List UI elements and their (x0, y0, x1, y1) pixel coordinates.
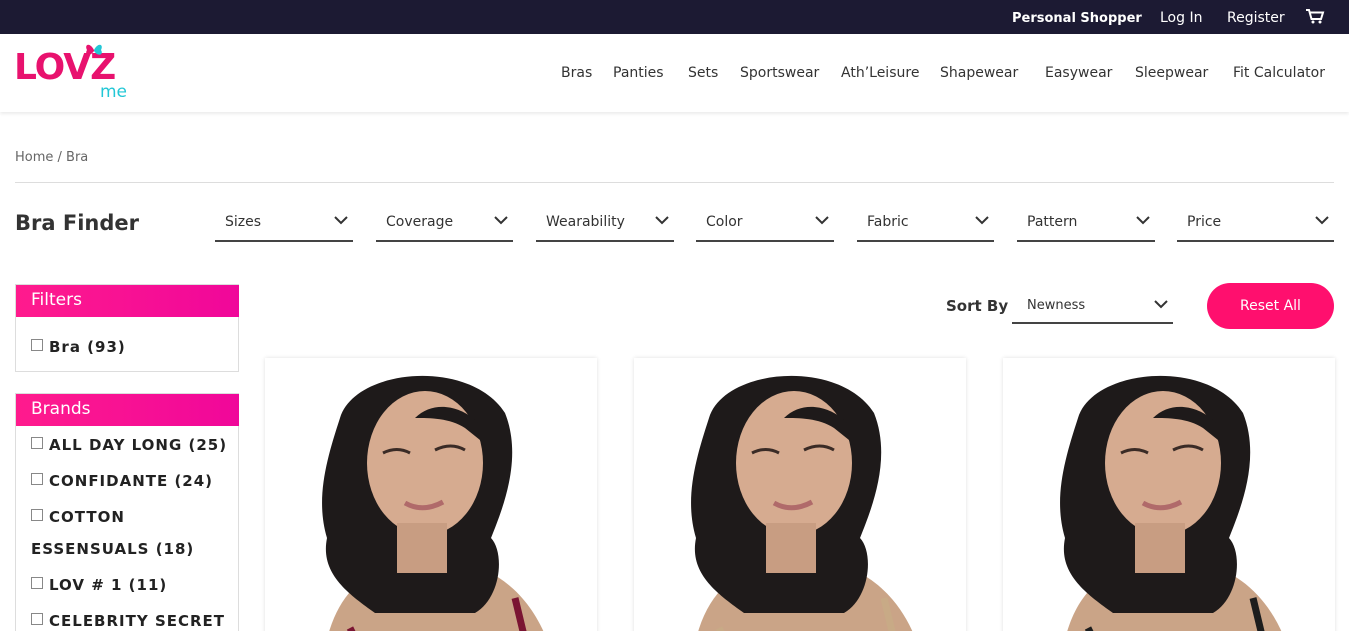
brand-checkbox-celebrity-secret[interactable]: CELEBRITY SECRET (31, 605, 225, 631)
fabric-dropdown[interactable]: Fabric (857, 205, 994, 242)
dropdown-label: Wearability (546, 214, 625, 230)
dropdown-label: Color (706, 214, 743, 230)
product-card[interactable] (265, 358, 597, 631)
filters-heading: Filters (16, 285, 239, 317)
checkbox[interactable] (31, 613, 43, 625)
checkbox-label: LOV # 1 (11) (49, 576, 168, 594)
product-image (634, 358, 966, 631)
nav-sets[interactable]: Sets (688, 64, 718, 82)
nav-bras[interactable]: Bras (561, 64, 592, 82)
brand-checkbox-all-day-long[interactable]: ALL DAY LONG (25) (31, 429, 227, 461)
checkbox[interactable] (31, 577, 43, 589)
checkbox[interactable] (31, 509, 43, 521)
product-card[interactable] (1003, 358, 1335, 631)
nav-fit-calculator[interactable]: Fit Calculator (1233, 64, 1325, 82)
checkbox[interactable] (31, 339, 43, 351)
divider (15, 182, 1334, 183)
lovzme-logo[interactable]: LOVZ me (14, 44, 134, 106)
color-dropdown[interactable]: Color (696, 205, 834, 242)
wearability-dropdown[interactable]: Wearability (536, 205, 674, 242)
main-header: LOVZ me Bras Panties Sets Sportswear Ath… (0, 34, 1349, 112)
sizes-dropdown[interactable]: Sizes (215, 205, 353, 242)
nav-panties[interactable]: Panties (613, 64, 664, 82)
page-title: Bra Finder (15, 211, 139, 235)
brands-panel: Brands ALL DAY LONG (25) CONFIDANTE (24)… (15, 393, 239, 631)
product-image (265, 358, 597, 631)
product-image (1003, 358, 1335, 631)
top-bar: Personal Shopper Log In Register (0, 0, 1349, 34)
chevron-down-icon (334, 216, 348, 225)
nav-sleepwear[interactable]: Sleepwear (1135, 64, 1208, 82)
cart-icon[interactable] (1305, 8, 1325, 29)
pattern-dropdown[interactable]: Pattern (1017, 205, 1155, 242)
logo-subtext: me (100, 82, 128, 102)
dropdown-label: Price (1187, 214, 1222, 230)
checkbox-label: CONFIDANTE (24) (49, 472, 214, 490)
brand-label-continuation[interactable]: ESSENSUALS (18) (31, 533, 194, 565)
personal-shopper-link[interactable]: Personal Shopper (1012, 10, 1142, 28)
checkbox-label: CELEBRITY SECRET (49, 612, 226, 630)
product-card[interactable] (634, 358, 966, 631)
nav-shapewear[interactable]: Shapewear (940, 64, 1018, 82)
chevron-down-icon (815, 216, 829, 225)
price-dropdown[interactable]: Price (1177, 205, 1334, 242)
coverage-dropdown[interactable]: Coverage (376, 205, 513, 242)
login-link[interactable]: Log In (1160, 9, 1202, 27)
checkbox-label: ALL DAY LONG (25) (49, 436, 228, 454)
sort-dropdown[interactable]: Newness (1012, 290, 1173, 324)
reset-all-button[interactable]: Reset All (1207, 283, 1334, 329)
butterfly-icon (86, 44, 102, 55)
brand-checkbox-confidante[interactable]: CONFIDANTE (24) (31, 465, 213, 497)
sort-value: Newness (1027, 298, 1086, 313)
dropdown-label: Sizes (225, 214, 262, 230)
checkbox-label: Bra (93) (49, 338, 126, 356)
dropdown-label: Pattern (1027, 214, 1078, 230)
checkbox-label: COTTON (49, 508, 125, 526)
checkbox[interactable] (31, 437, 43, 449)
breadcrumb[interactable]: Home / Bra (15, 150, 88, 165)
chevron-down-icon (494, 216, 508, 225)
brand-checkbox-cotton-essensuals[interactable]: COTTON (31, 501, 125, 533)
nav-easywear[interactable]: Easywear (1045, 64, 1112, 82)
brands-heading: Brands (16, 394, 239, 426)
register-link[interactable]: Register (1227, 9, 1285, 27)
filters-panel: Filters Bra (93) (15, 284, 239, 372)
chevron-down-icon (1136, 216, 1150, 225)
chevron-down-icon (975, 216, 989, 225)
filter-checkbox-bra[interactable]: Bra (93) (31, 331, 126, 363)
chevron-down-icon (655, 216, 669, 225)
nav-athleisure[interactable]: Ath’Leisure (841, 64, 919, 82)
checkbox[interactable] (31, 473, 43, 485)
brand-checkbox-lov-1[interactable]: LOV # 1 (11) (31, 569, 167, 601)
chevron-down-icon (1154, 300, 1168, 309)
chevron-down-icon (1315, 216, 1329, 225)
nav-sportswear[interactable]: Sportswear (740, 64, 819, 82)
checkbox-label: ESSENSUALS (18) (31, 540, 195, 558)
sort-label: Sort By (946, 297, 1009, 315)
dropdown-label: Fabric (867, 214, 909, 230)
dropdown-label: Coverage (386, 214, 454, 230)
